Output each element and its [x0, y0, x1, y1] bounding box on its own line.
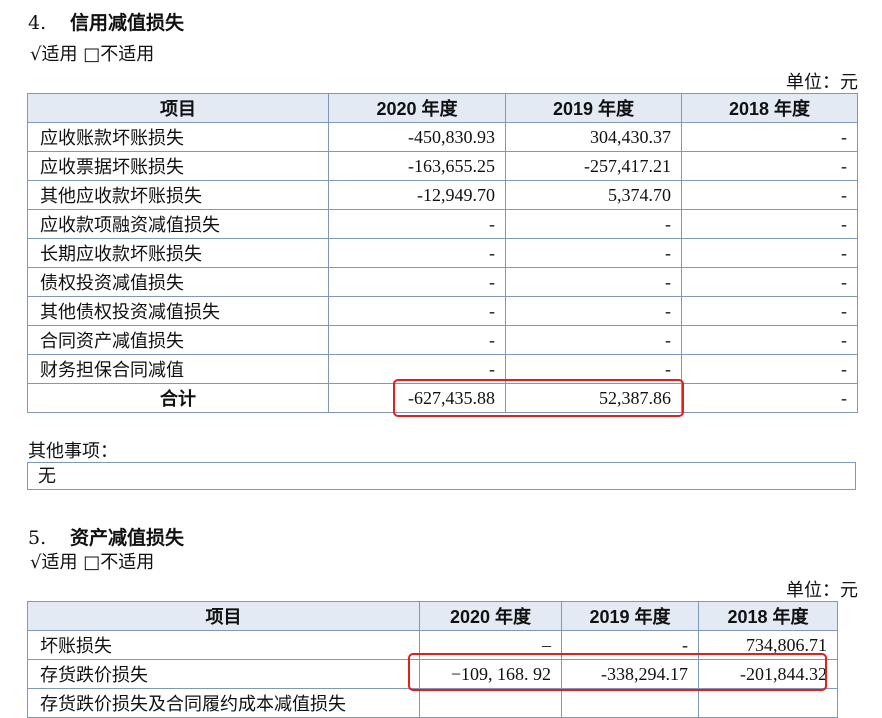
section5-unit: 单位：元 [786, 580, 858, 601]
total-y2019: 52,387.86 [505, 383, 682, 413]
row-item-label: 其他应收款坏账损失 [27, 180, 329, 210]
row-item-label: 应收款项融资减值损失 [27, 209, 329, 239]
cell-y2018: -201,844.32 [698, 659, 838, 689]
cell-y2019 [561, 688, 699, 718]
cell-y2018: - [681, 325, 858, 355]
cell-y2018: - [681, 267, 858, 297]
cell-y2018: - [681, 151, 858, 181]
col-header-item: 项目 [27, 601, 420, 631]
other-matters-box: 无 [27, 462, 856, 490]
cell-y2020 [419, 688, 562, 718]
table-row: 债权投资减值损失 - - - [27, 267, 858, 297]
col-header-2019: 2019 年度 [505, 93, 682, 123]
section5-heading: 5. 资产减值损失 [28, 523, 184, 550]
row-item-label: 坏账损失 [27, 630, 420, 660]
cell-y2019: 304,430.37 [505, 122, 682, 152]
cell-y2019: - [505, 238, 682, 268]
section4-title: 信用减值损失 [70, 12, 185, 34]
cell-y2019: - [505, 267, 682, 297]
table-row: 财务担保合同减值 - - - [27, 354, 858, 384]
cell-y2019: - [505, 209, 682, 239]
cell-y2018: - [681, 354, 858, 384]
col-header-2020: 2020 年度 [419, 601, 562, 631]
section4-applicability: √适用 □不适用 [30, 44, 155, 65]
row-item-label: 合同资产减值损失 [27, 325, 329, 355]
cell-y2019: -257,417.21 [505, 151, 682, 181]
cell-y2020: -163,655.25 [328, 151, 506, 181]
cell-y2020: - [328, 238, 506, 268]
cell-y2018: - [681, 296, 858, 326]
section4-heading: 4. 信用减值损失 [28, 8, 184, 35]
cell-y2020: – [419, 630, 562, 660]
cell-y2020: - [328, 325, 506, 355]
table-header-row: 项目 2020 年度 2019 年度 2018 年度 [27, 601, 838, 631]
table-row: 其他应收款坏账损失 -12,949.70 5,374.70- [27, 180, 858, 210]
cell-y2019: - [505, 325, 682, 355]
row-item-label: 存货跌价损失及合同履约成本减值损失 [27, 688, 420, 718]
total-row: 合计 -627,435.88 52,387.86- [27, 383, 858, 413]
cell-y2018: - [681, 180, 858, 210]
cell-y2018: - [681, 122, 858, 152]
cell-y2020: -450,830.93 [328, 122, 506, 152]
section5-title: 资产减值损失 [70, 527, 185, 549]
cell-y2020: - [328, 267, 506, 297]
row-item-label: 其他债权投资减值损失 [27, 296, 329, 326]
row-item-label: 应收票据坏账损失 [27, 151, 329, 181]
cell-y2018: - [681, 238, 858, 268]
table-row: 长期应收款坏账损失 - - - [27, 238, 858, 268]
table-row: 应收账款坏账损失 -450,830.93 304,430.37- [27, 122, 858, 152]
total-y2018: - [681, 383, 858, 413]
section5-number: 5. [28, 527, 47, 549]
cell-y2020: -12,949.70 [328, 180, 506, 210]
other-matters-label: 其他事项： [28, 441, 118, 462]
cell-y2019: 5,374.70 [505, 180, 682, 210]
cell-y2019: - [561, 630, 699, 660]
col-header-2019: 2019 年度 [561, 601, 699, 631]
row-item-label: 应收账款坏账损失 [27, 122, 329, 152]
cell-y2020: - [328, 354, 506, 384]
section4-unit: 单位：元 [786, 72, 858, 93]
row-item-label: 存货跌价损失 [27, 659, 420, 689]
table-row: 合同资产减值损失 - - - [27, 325, 858, 355]
cell-y2019: - [505, 354, 682, 384]
table-row: 应收款项融资减值损失 - - - [27, 209, 858, 239]
row-item-label: 债权投资减值损失 [27, 267, 329, 297]
asset-impairment-table: 项目 2020 年度 2019 年度 2018 年度 坏账损失 – -734,806… [27, 601, 838, 718]
table-row: 应收票据坏账损失 -163,655.25 -257,417.21- [27, 151, 858, 181]
row-item-label: 财务担保合同减值 [27, 354, 329, 384]
cell-y2020: −109, 168. 92 [419, 659, 562, 689]
table-row: 其他债权投资减值损失 - - - [27, 296, 858, 326]
cell-y2020: - [328, 209, 506, 239]
col-header-2018: 2018 年度 [681, 93, 858, 123]
cell-y2019: -338,294.17 [561, 659, 699, 689]
cell-y2018 [698, 688, 838, 718]
col-header-2020: 2020 年度 [328, 93, 506, 123]
other-matters-value: 无 [38, 466, 56, 487]
cell-y2019: - [505, 296, 682, 326]
table-row: 坏账损失 – -734,806.71 [27, 630, 838, 660]
total-label: 合计 [27, 383, 329, 413]
table-row: 存货跌价损失及合同履约成本减值损失 [27, 688, 838, 718]
total-y2020: -627,435.88 [328, 383, 506, 413]
table-header-row: 项目 2020 年度 2019 年度 2018 年度 [27, 93, 858, 123]
col-header-2018: 2018 年度 [698, 601, 838, 631]
cell-y2018: 734,806.71 [698, 630, 838, 660]
credit-impairment-table: 项目 2020 年度 2019 年度 2018 年度 应收账款坏账损失 -450,… [27, 93, 858, 413]
row-item-label: 长期应收款坏账损失 [27, 238, 329, 268]
table-row: 存货跌价损失 −109, 168. 92 -338,294.17 -201,844.3… [27, 659, 838, 689]
section4-number: 4. [28, 12, 47, 34]
cell-y2020: - [328, 296, 506, 326]
cell-y2018: - [681, 209, 858, 239]
col-header-item: 项目 [27, 93, 329, 123]
section5-applicability: √适用 □不适用 [30, 552, 155, 573]
